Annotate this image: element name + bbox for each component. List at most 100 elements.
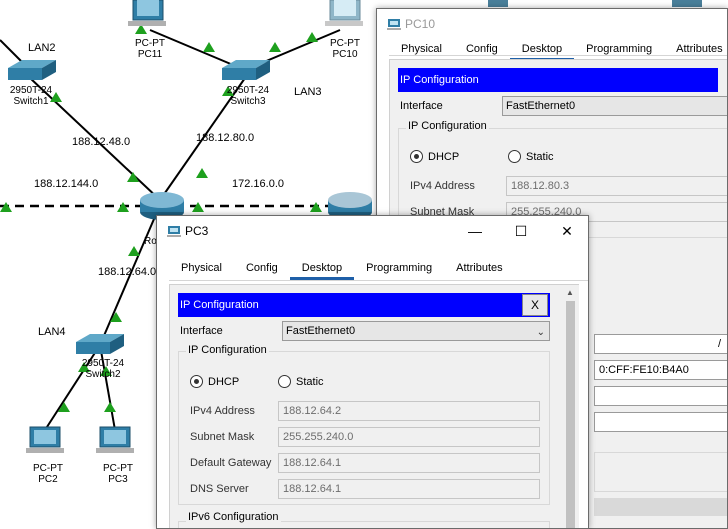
pc3-ipconfig-panel: IP Configuration X Interface FastEtherne… <box>169 284 579 528</box>
ip-group-title: IP Configuration <box>406 120 489 132</box>
lan2-label: LAN2 <box>28 42 56 54</box>
router-label: Ro <box>144 236 157 247</box>
pc3-window-title: PC3 <box>185 224 209 238</box>
device-name: PC2 <box>38 474 58 485</box>
switch3-label: 2950T-24 Switch3 <box>223 85 273 107</box>
interface-label: Interface <box>400 100 443 112</box>
pc3-window: PC3 — ☐ ✕ Physical Config Desktop Progra… <box>156 215 589 529</box>
vertical-scrollbar[interactable]: ▲ <box>562 285 579 528</box>
pc11-icon <box>128 0 166 26</box>
pc10-titlebar[interactable]: PC10 <box>377 9 727 39</box>
link-light <box>196 168 208 178</box>
tab-physical[interactable]: Physical <box>169 258 234 280</box>
interface-select[interactable]: FastEthernet0 ⌄ <box>282 321 550 341</box>
tab-divider <box>169 280 588 281</box>
tab-programming[interactable]: Programming <box>574 39 664 61</box>
tab-desktop[interactable]: Desktop <box>289 258 355 280</box>
ipv4-field[interactable]: 188.12.80.3 <box>506 176 727 196</box>
ip-group-title: IP Configuration <box>186 344 269 356</box>
gateway-field[interactable]: 188.12.64.1 <box>278 453 540 473</box>
link-light <box>104 402 116 412</box>
pc3-titlebar[interactable]: PC3 — ☐ ✕ <box>157 216 588 246</box>
ipv6-dns-field[interactable] <box>594 412 727 432</box>
scroll-up-icon[interactable]: ▲ <box>566 288 574 297</box>
device-type: PC-PT <box>330 38 360 49</box>
device-name: PC3 <box>108 474 128 485</box>
pc10-window-title: PC10 <box>405 17 436 31</box>
dns-field[interactable]: 188.12.64.1 <box>278 479 540 499</box>
tab-programming[interactable]: Programming <box>354 258 444 280</box>
subnet-field[interactable]: 255.255.240.0 <box>278 427 540 447</box>
tab-physical[interactable]: Physical <box>389 39 454 61</box>
static-radio[interactable] <box>508 150 521 163</box>
interface-label: Interface <box>180 325 223 337</box>
net-label: 188.12.64.0 <box>98 266 157 278</box>
dhcp-radio[interactable] <box>410 150 423 163</box>
device-model: 2950T-24 <box>9 85 53 96</box>
static-label: Static <box>526 151 554 163</box>
interface-select[interactable]: FastEthernet0 <box>502 96 727 116</box>
tab-divider <box>389 55 727 56</box>
pc10-tabbar: Physical Config Desktop Programming Attr… <box>389 39 727 61</box>
partial-device-icon <box>672 0 702 7</box>
link-light <box>269 42 281 52</box>
device-name: Switch1 <box>13 96 49 107</box>
maximize-button[interactable]: ☐ <box>498 216 544 246</box>
switch2-label: 2950T-24 Switch2 <box>78 358 128 380</box>
net-label: 188.12.48.0 <box>72 136 131 148</box>
pc3-tabbar: Physical Config Desktop Programming Attr… <box>169 258 515 280</box>
link-light <box>128 246 140 256</box>
chevron-down-icon: ⌄ <box>536 327 545 338</box>
link-local-field[interactable]: 0:CFF:FE10:B4A0 <box>594 360 727 380</box>
partial-device-icon <box>488 0 508 7</box>
tab-desktop[interactable]: Desktop <box>509 39 575 61</box>
dhcp-radio[interactable] <box>190 375 203 388</box>
pc3-label: PC-PT PC3 <box>98 463 138 485</box>
pc-app-icon <box>167 226 181 237</box>
link-light <box>127 172 139 182</box>
ipv4-field[interactable]: 188.12.64.2 <box>278 401 540 421</box>
tab-attributes[interactable]: Attributes <box>444 258 514 280</box>
pc-app-icon <box>387 19 401 30</box>
pc10-ipconfig-header: IP Configuration <box>398 68 718 92</box>
lan4-label: LAN4 <box>38 326 66 338</box>
slash-label: / <box>718 338 722 350</box>
tab-config[interactable]: Config <box>234 258 290 280</box>
scroll-thumb[interactable] <box>566 301 575 528</box>
device-type: PC-PT <box>135 38 165 49</box>
pc2-label: PC-PT PC2 <box>28 463 68 485</box>
lan3-label: LAN3 <box>294 86 322 98</box>
net-label: 188.12.144.0 <box>34 178 99 190</box>
ipconfig-close-button[interactable]: X <box>522 294 548 316</box>
gateway-label: Default Gateway <box>190 457 272 469</box>
device-name: Switch3 <box>230 96 266 107</box>
ipv6-group-title: IPv6 Configuration <box>186 511 281 523</box>
dns-label: DNS Server <box>190 483 249 495</box>
ipv6-prefix-field[interactable] <box>594 334 727 354</box>
subnet-label: Subnet Mask <box>190 431 255 443</box>
switch2-icon <box>76 334 124 354</box>
ipv6-group-edge <box>594 452 727 492</box>
device-model: 2950T-24 <box>81 358 125 369</box>
net-label: 188.12.80.0 <box>196 132 255 144</box>
net-label: 172.16.0.0 <box>232 178 284 190</box>
tab-attributes[interactable]: Attributes <box>664 39 727 61</box>
device-name: PC11 <box>137 49 163 60</box>
device-model: 2950T-24 <box>226 85 270 96</box>
device-name: Switch2 <box>85 369 121 380</box>
close-button[interactable]: ✕ <box>544 216 588 246</box>
pc3-ipconfig-header: IP Configuration <box>178 293 550 317</box>
dhcp-label: DHCP <box>428 151 460 163</box>
minimize-button[interactable]: — <box>452 216 498 246</box>
tab-config[interactable]: Config <box>454 39 510 61</box>
ipv6-gateway-field[interactable] <box>594 386 727 406</box>
horizontal-scroll-area[interactable] <box>594 498 727 516</box>
ipv4-label: IPv4 Address <box>190 405 255 417</box>
device-type: PC-PT <box>33 463 63 474</box>
static-radio[interactable] <box>278 375 291 388</box>
link-light <box>203 42 215 52</box>
switch1-label: 2950T-24 Switch1 <box>8 85 54 107</box>
dhcp-label: DHCP <box>208 376 240 388</box>
pc10-icon <box>325 0 363 26</box>
link-light <box>306 32 318 42</box>
